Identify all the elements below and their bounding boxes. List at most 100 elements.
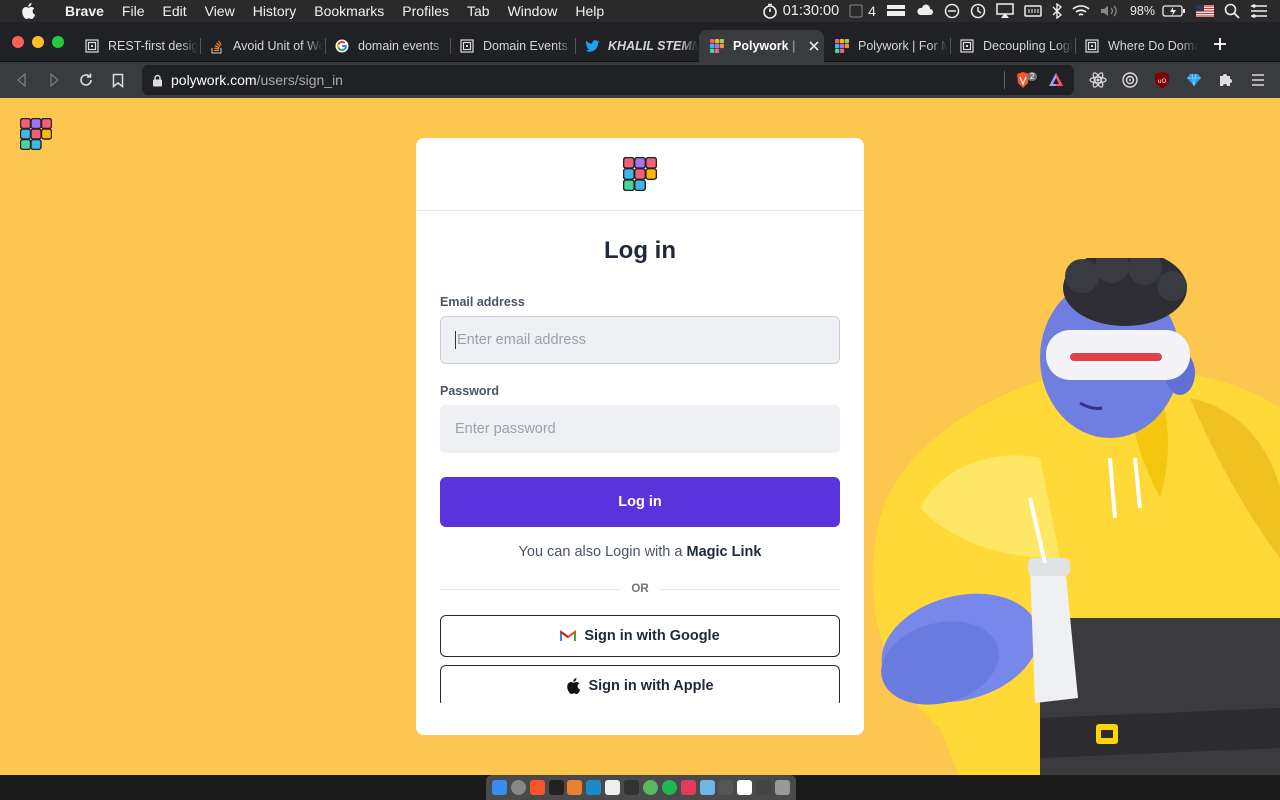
spotify-icon[interactable] (661, 780, 677, 795)
close-window-button[interactable] (12, 36, 24, 48)
target-extension-icon[interactable] (1118, 68, 1142, 92)
battery-icon[interactable] (1157, 0, 1191, 22)
stack-icon[interactable] (881, 0, 911, 22)
menu-help[interactable]: Help (566, 3, 613, 19)
close-tab-icon[interactable] (809, 41, 819, 51)
macos-menubar: Brave File Edit View History Bookmarks P… (0, 0, 1280, 22)
do-not-disturb-icon[interactable] (939, 0, 965, 22)
tab-domain-events-search[interactable]: domain events (324, 30, 448, 62)
finder-icon[interactable] (491, 780, 507, 795)
apple-signin-button[interactable]: Sign in with Apple (440, 665, 840, 707)
tab-avoid-unit-of-work[interactable]: Avoid Unit of Work (199, 30, 323, 62)
svg-text:uO: uO (1158, 78, 1167, 85)
password-label: Password (440, 384, 500, 398)
macos-dock (486, 775, 796, 800)
tab-where-do-domain[interactable]: Where Do Domain (1074, 30, 1198, 62)
tab-label: KHALIL STEMMLER (608, 39, 698, 53)
menu-history[interactable]: History (244, 3, 306, 19)
minimize-window-button[interactable] (32, 36, 44, 48)
pdf-icon[interactable] (737, 780, 753, 795)
reload-icon[interactable] (74, 68, 98, 92)
brave-rewards-icon[interactable] (1048, 72, 1064, 87)
spotlight-search-icon[interactable] (1219, 0, 1245, 22)
react-devtools-icon[interactable] (1086, 68, 1110, 92)
timer-icon[interactable] (757, 0, 783, 22)
tab-polywork-active[interactable]: Polywork | Polywork (699, 30, 824, 62)
bookmark-icon[interactable] (106, 68, 130, 92)
zoom-window-button[interactable] (52, 36, 64, 48)
menu-file[interactable]: File (113, 3, 154, 19)
time-machine-icon[interactable] (965, 0, 991, 22)
calendar-icon[interactable] (680, 780, 696, 795)
menu-edit[interactable]: Edit (153, 3, 195, 19)
apple-menu-icon[interactable] (0, 3, 56, 19)
polywork-icon (834, 38, 850, 54)
launchpad-icon[interactable] (510, 780, 526, 795)
tab-khalil-stemmler[interactable]: KHALIL STEMMLER (574, 30, 698, 62)
tab-decoupling-logic[interactable]: Decoupling Logic (949, 30, 1073, 62)
polywork-logo-icon[interactable] (19, 117, 53, 155)
magic-link[interactable]: Magic Link (687, 544, 762, 560)
email-placeholder: Enter email address (457, 332, 586, 348)
evernote-icon[interactable] (642, 780, 658, 795)
menu-app-name[interactable]: Brave (56, 3, 113, 19)
preview-icon[interactable] (718, 780, 734, 795)
activity-monitor-icon[interactable] (624, 780, 640, 795)
gmail-icon (560, 630, 577, 642)
ublock-origin-icon[interactable]: uO (1150, 68, 1174, 92)
wifi-icon[interactable] (1067, 0, 1095, 22)
workspace-icon[interactable] (844, 0, 868, 22)
password-field[interactable]: Enter password (440, 405, 840, 453)
apple-logo-icon (566, 678, 581, 694)
polywork-logo-icon[interactable] (623, 157, 657, 191)
mascot-illustration (872, 258, 1280, 775)
brave-icon[interactable] (529, 780, 545, 795)
polywork-icon (709, 38, 725, 54)
browser-menu-icon[interactable] (1246, 68, 1270, 92)
input-source-flag-icon[interactable] (1191, 0, 1219, 22)
text-caret (455, 331, 456, 349)
gem-extension-icon[interactable] (1182, 68, 1206, 92)
sublime-icon[interactable] (567, 780, 583, 795)
email-label: Email address (440, 295, 525, 309)
tab-rest-first-design[interactable]: REST-first design (74, 30, 198, 62)
control-center-icon[interactable] (1245, 0, 1280, 22)
email-field[interactable]: Enter email address (440, 316, 840, 364)
battery-percent[interactable]: 98% (1125, 0, 1157, 22)
timer-readout[interactable]: 01:30:00 (783, 0, 844, 22)
card-header (416, 138, 864, 211)
bluetooth-icon[interactable] (1047, 0, 1067, 22)
vscode-icon[interactable] (586, 780, 602, 795)
cloud-icon[interactable] (911, 0, 939, 22)
browser-tab-strip: REST-first design Avoid Unit of Work dom… (0, 22, 1280, 62)
menu-tab[interactable]: Tab (458, 3, 499, 19)
tab-domain-events[interactable]: Domain Events (449, 30, 573, 62)
login-card: Log in Email address Enter email address… (416, 138, 864, 735)
menu-window[interactable]: Window (499, 3, 567, 19)
address-bar[interactable]: polywork.com/users/sign_in 2 (142, 65, 1074, 95)
brave-shields-icon[interactable]: 2 (1015, 71, 1038, 89)
folder-icon[interactable] (699, 780, 715, 795)
screenshot-icon[interactable] (756, 780, 772, 795)
magic-link-text: You can also Login with a Magic Link (416, 544, 864, 560)
menu-bookmarks[interactable]: Bookmarks (305, 3, 393, 19)
trash-icon[interactable] (775, 780, 791, 795)
volume-icon[interactable] (1095, 0, 1125, 22)
notes-icon[interactable] (605, 780, 621, 795)
lock-icon[interactable] (152, 74, 163, 87)
forward-icon[interactable] (42, 68, 66, 92)
back-icon[interactable] (10, 68, 34, 92)
workspace-count[interactable]: 4 (868, 0, 881, 22)
terminal-icon[interactable] (548, 780, 564, 795)
menu-view[interactable]: View (196, 3, 244, 19)
login-button[interactable]: Log in (440, 477, 840, 527)
extensions-puzzle-icon[interactable] (1214, 68, 1238, 92)
google-signin-button[interactable]: Sign in with Google (440, 615, 840, 657)
memory-icon[interactable] (1019, 0, 1047, 22)
tab-polywork-for-multiple[interactable]: Polywork | For Multiple (824, 30, 948, 62)
new-tab-button[interactable] (1208, 32, 1232, 56)
password-placeholder: Enter password (455, 421, 556, 437)
menu-profiles[interactable]: Profiles (393, 3, 458, 19)
airplay-icon[interactable] (991, 0, 1019, 22)
spiral-icon (84, 38, 100, 54)
